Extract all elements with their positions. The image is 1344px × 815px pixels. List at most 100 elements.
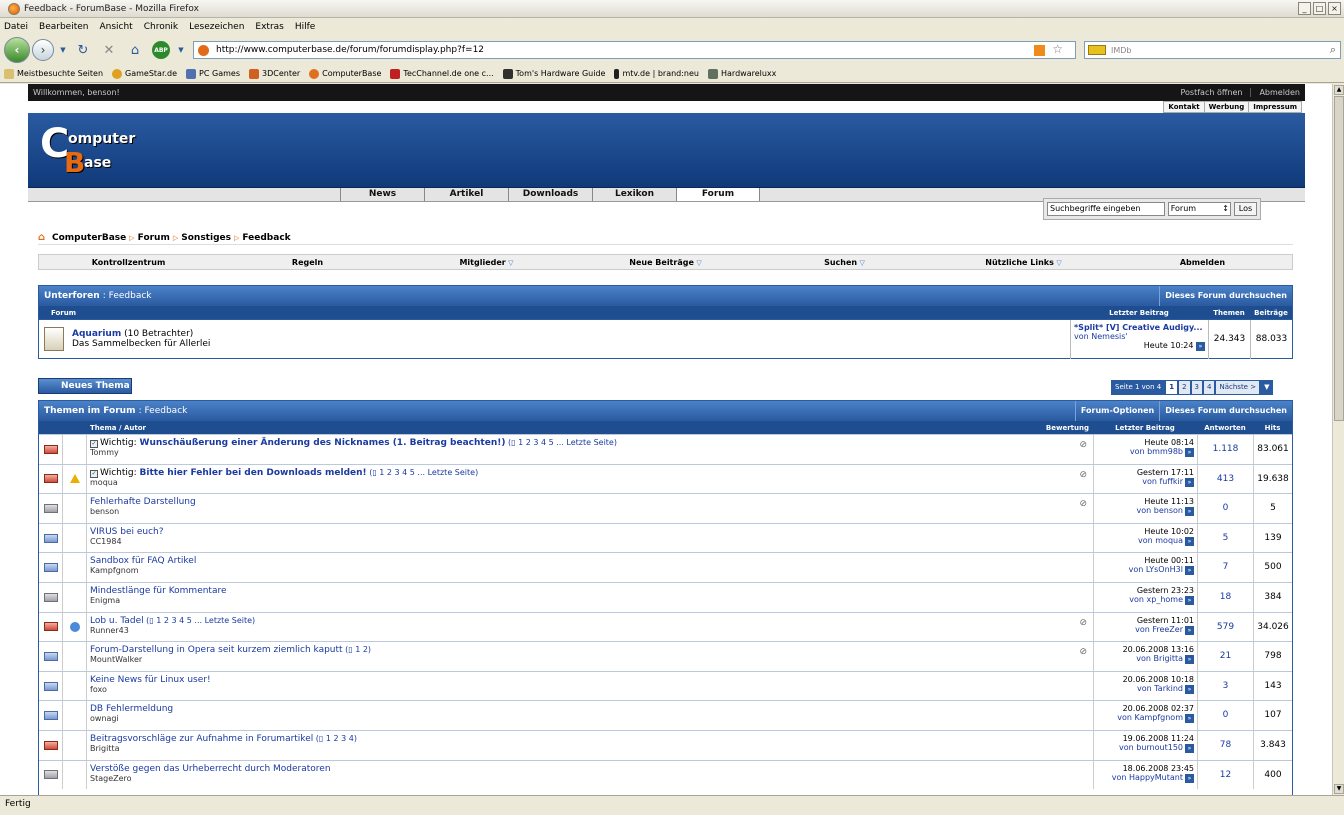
scroll-thumb[interactable]: [1334, 96, 1344, 421]
tab-news[interactable]: News: [340, 188, 424, 201]
forum-options-menu[interactable]: Forum-Optionen: [1074, 401, 1159, 421]
menu-chronik[interactable]: Chronik: [144, 22, 178, 32]
crumb-computerbase[interactable]: ComputerBase: [52, 233, 126, 243]
back-button[interactable]: ‹: [4, 37, 30, 63]
nav-kontrollzentrum[interactable]: Kontrollzentrum: [39, 258, 218, 267]
thread-title-link[interactable]: DB Fehlermeldung: [90, 704, 173, 714]
home-icon[interactable]: ⌂: [125, 40, 145, 60]
bookmark-item[interactable]: mtv.de | brand:neu: [614, 68, 699, 79]
page-4[interactable]: 4: [1203, 380, 1216, 395]
thread-author[interactable]: Kampfgnom: [90, 566, 1090, 575]
go-to-last-post-icon[interactable]: »: [1185, 448, 1194, 457]
thread-replies[interactable]: 7: [1197, 553, 1253, 582]
thread-replies[interactable]: 1.118: [1197, 435, 1253, 464]
page-1[interactable]: 1: [1165, 380, 1179, 395]
col-topic[interactable]: Thema / Autor: [87, 424, 1046, 432]
scroll-up-icon[interactable]: ▲: [1334, 85, 1344, 95]
bookmark-item[interactable]: ComputerBase: [309, 68, 381, 79]
thread-author[interactable]: ownagi: [90, 714, 1090, 723]
menu-lesezeichen[interactable]: Lesezeichen: [189, 22, 244, 32]
maximize-button[interactable]: □: [1313, 2, 1326, 15]
thread-author[interactable]: CC1984: [90, 537, 1090, 546]
vertical-scrollbar[interactable]: ▲ ▼: [1332, 84, 1344, 795]
bookmark-item[interactable]: TecChannel.de one c...: [390, 68, 494, 79]
ads-link[interactable]: Werbung: [1203, 101, 1250, 113]
go-to-last-post-icon[interactable]: »: [1185, 655, 1194, 665]
go-to-last-post-icon[interactable]: »: [1185, 566, 1194, 576]
history-dropdown-icon[interactable]: ▼: [59, 40, 67, 60]
thread-author[interactable]: Tommy: [90, 448, 1090, 457]
nav-suchen[interactable]: Suchen ▽: [755, 258, 934, 267]
thread-author[interactable]: foxo: [90, 685, 1090, 694]
reload-icon[interactable]: ↻: [73, 40, 93, 60]
stop-icon[interactable]: ✕: [99, 40, 119, 60]
bookmark-item[interactable]: GameStar.de: [112, 68, 177, 79]
bookmark-item[interactable]: Tom's Hardware Guide: [502, 68, 605, 79]
thread-title-link[interactable]: Beitragsvorschläge zur Aufnahme in Forum…: [90, 734, 313, 744]
thread-title-link[interactable]: Lob u. Tadel: [90, 616, 144, 626]
thread-replies[interactable]: 3: [1197, 671, 1253, 701]
minimize-button[interactable]: _: [1298, 2, 1311, 15]
thread-title-link[interactable]: Keine News für Linux user!: [90, 675, 211, 685]
rss-feed-icon[interactable]: [1034, 45, 1045, 56]
thread-author[interactable]: MountWalker: [90, 655, 1090, 664]
thread-replies[interactable]: 579: [1197, 612, 1253, 642]
go-to-last-post-icon[interactable]: »: [1185, 714, 1194, 724]
thread-replies[interactable]: 413: [1197, 464, 1253, 494]
bookmark-item[interactable]: Meistbesuchte Seiten: [4, 68, 103, 79]
nav-mitglieder[interactable]: Mitglieder ▽: [397, 258, 576, 267]
imprint-link[interactable]: Impressum: [1248, 101, 1302, 113]
new-topic-button[interactable]: Neues Thema: [38, 378, 132, 394]
search-forum-menu[interactable]: Dieses Forum durchsuchen: [1159, 401, 1292, 421]
tab-artikel[interactable]: Artikel: [424, 188, 508, 201]
bookmark-item[interactable]: 3DCenter: [248, 68, 300, 79]
thread-title-link[interactable]: Forum-Darstellung in Opera seit kurzem z…: [90, 645, 343, 655]
thread-author[interactable]: moqua: [90, 478, 1090, 487]
site-search-button[interactable]: Los: [1233, 202, 1257, 216]
address-bar[interactable]: http://www.computerbase.de/forum/forumdi…: [193, 41, 1076, 59]
menu-bearbeiten[interactable]: Bearbeiten: [39, 22, 88, 32]
thread-pages[interactable]: (▯ 1 2): [343, 645, 371, 654]
thread-title-link[interactable]: VIRUS bei euch?: [90, 527, 164, 537]
crumb-feedback[interactable]: Feedback: [242, 233, 290, 243]
thread-replies[interactable]: 18: [1197, 582, 1253, 612]
thread-title-link[interactable]: Verstöße gegen das Urheberrecht durch Mo…: [90, 764, 331, 774]
go-to-last-post-icon[interactable]: »: [1185, 625, 1194, 635]
thread-replies[interactable]: 12: [1197, 760, 1253, 790]
adblock-icon[interactable]: ABP: [152, 41, 170, 59]
last-poster-link[interactable]: von Kampfgnom: [1117, 713, 1183, 722]
last-poster-link[interactable]: von Tarkind: [1137, 684, 1183, 693]
nav-nuetzliche-links[interactable]: Nützliche Links ▽: [934, 258, 1113, 267]
thread-replies[interactable]: 5: [1197, 523, 1253, 553]
go-to-post-icon[interactable]: »: [1196, 341, 1205, 351]
thread-title-link[interactable]: Bitte hier Fehler bei den Downloads meld…: [140, 468, 367, 478]
tab-forum[interactable]: Forum: [676, 188, 760, 201]
last-poster-link[interactable]: von xp_home: [1129, 595, 1183, 604]
thread-author[interactable]: benson: [90, 507, 1090, 516]
thread-pages[interactable]: (▯ 1 2 3 4): [313, 734, 357, 743]
go-to-last-post-icon[interactable]: »: [1185, 595, 1194, 605]
pager-menu-icon[interactable]: ▼: [1260, 380, 1274, 395]
last-poster-link[interactable]: von burnout150: [1119, 743, 1183, 752]
go-to-last-post-icon[interactable]: »: [1185, 536, 1194, 546]
thread-replies[interactable]: 0: [1197, 494, 1253, 523]
last-poster-link[interactable]: von benson: [1137, 506, 1183, 515]
last-post-link[interactable]: *Split* [V] Creative Audigy...: [1074, 323, 1203, 332]
nav-neue-beitraege[interactable]: Neue Beiträge ▽: [576, 258, 755, 267]
menu-extras[interactable]: Extras: [255, 22, 283, 32]
abp-dropdown-icon[interactable]: ▼: [177, 40, 185, 60]
last-poster-link[interactable]: von FreeZer: [1135, 625, 1183, 634]
inbox-link[interactable]: Postfach öffnen: [1173, 88, 1243, 97]
site-search-scope[interactable]: Forum: [1167, 202, 1231, 216]
col-hits[interactable]: Hits: [1253, 424, 1292, 432]
nav-regeln[interactable]: Regeln: [218, 258, 397, 267]
col-replies[interactable]: Antworten: [1197, 424, 1253, 432]
thread-title-link[interactable]: Sandbox für FAQ Artikel: [90, 556, 196, 566]
last-poster-link[interactable]: von LYsOnH3l: [1129, 565, 1183, 574]
col-last-post[interactable]: Letzter Beitrag: [1093, 424, 1197, 432]
go-to-last-post-icon[interactable]: »: [1185, 684, 1194, 694]
bookmark-star-icon[interactable]: ☆: [1052, 42, 1063, 56]
page-2[interactable]: 2: [1178, 380, 1191, 395]
last-poster-link[interactable]: von bmm98b: [1130, 447, 1183, 456]
thread-pages[interactable]: (▯ 1 2 3 4 5 ... Letzte Seite): [367, 468, 478, 477]
